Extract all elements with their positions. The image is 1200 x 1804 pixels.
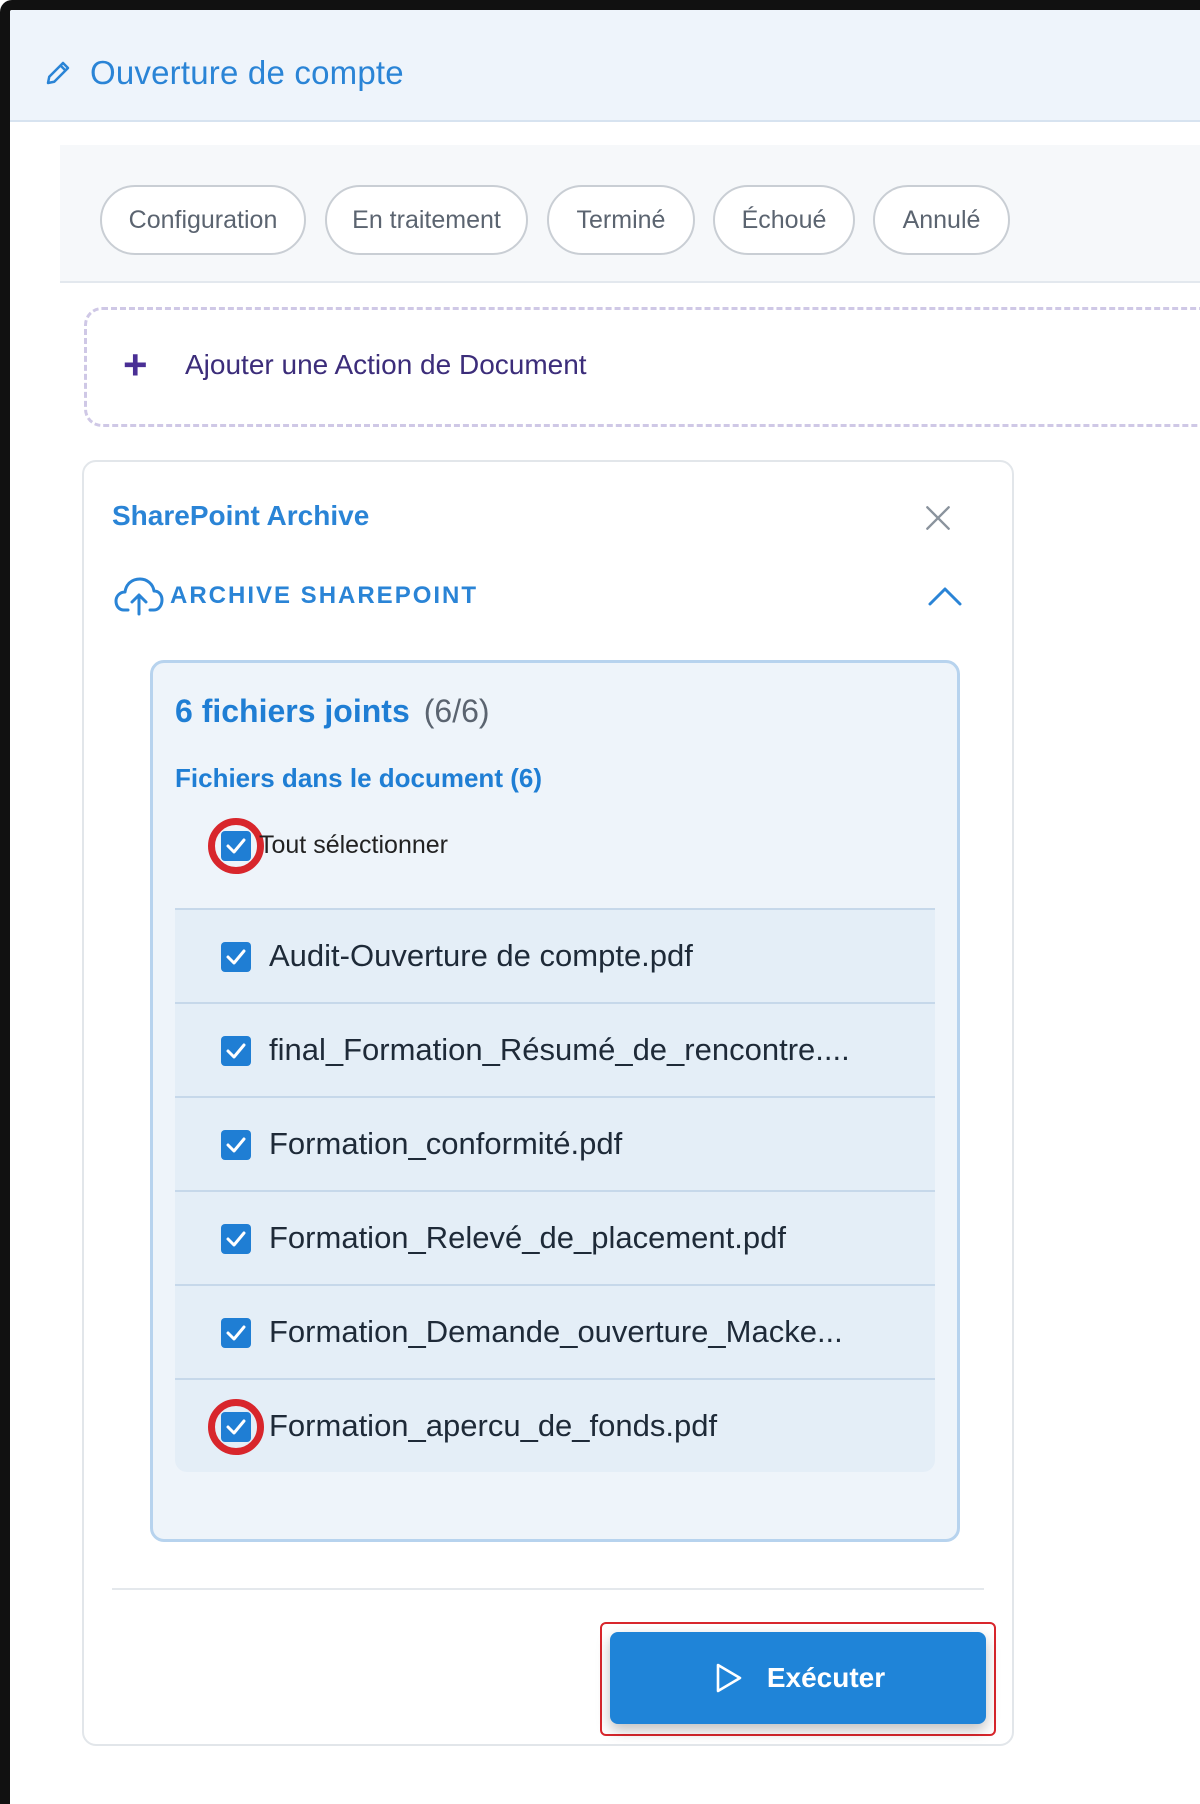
page-header: Ouverture de compte [10, 10, 1200, 122]
file-name: Formation_conformité.pdf [269, 1126, 623, 1161]
archive-section-header[interactable]: ARCHIVE SHAREPOINT [114, 574, 974, 618]
tab-label: En traitement [352, 205, 501, 234]
select-all-row: Tout sélectionner [175, 813, 935, 879]
execute-button[interactable]: Exécuter [610, 1632, 986, 1724]
file-checkbox[interactable] [221, 1224, 251, 1254]
plus-icon: + [123, 341, 148, 388]
file-checkbox[interactable] [221, 1412, 251, 1442]
select-all-checkbox[interactable] [221, 831, 251, 861]
add-action-label: Ajouter une Action de Document [185, 349, 587, 380]
checkmark-icon [226, 1325, 246, 1341]
file-name: Formation_Demande_ouverture_Macke... [269, 1314, 843, 1349]
chevron-up-icon[interactable] [926, 580, 964, 612]
add-document-action-button[interactable]: + Ajouter une Action de Document [84, 307, 1200, 427]
attachment-count-fraction: (6/6) [423, 693, 490, 729]
sharepoint-archive-card: SharePoint Archive ARCHIVE SHAREPOINT 6 … [82, 460, 1014, 1746]
card-title: SharePoint Archive [112, 500, 370, 531]
tab-configuration[interactable]: Configuration [100, 185, 306, 255]
section-title: ARCHIVE SHAREPOINT [170, 582, 479, 609]
tab-echoue[interactable]: Échoué [713, 185, 855, 255]
checkmark-icon [226, 1419, 246, 1435]
file-list: Audit-Ouverture de compte.pdf final_Form… [175, 908, 935, 1472]
play-icon [716, 1663, 742, 1693]
tab-annule[interactable]: Annulé [873, 185, 1010, 255]
attached-files-panel: 6 fichiers joints (6/6) Fichiers dans le … [150, 660, 960, 1542]
page-title: Ouverture de compte [90, 54, 404, 91]
checkmark-icon [226, 1043, 246, 1059]
file-row[interactable]: Formation_Demande_ouverture_Macke... [175, 1284, 935, 1378]
checkmark-icon [226, 1137, 246, 1153]
file-row[interactable]: final_Formation_Résumé_de_rencontre.... [175, 1002, 935, 1096]
tab-label: Annulé [902, 205, 981, 234]
file-row[interactable]: Formation_conformité.pdf [175, 1096, 935, 1190]
files-in-document-title: Fichiers dans le document (6) [175, 763, 542, 793]
attachment-count-label: 6 fichiers joints [175, 693, 410, 729]
close-icon[interactable] [922, 502, 954, 534]
checkmark-icon [226, 838, 246, 854]
tab-label: Terminé [576, 205, 666, 234]
file-row[interactable]: Audit-Ouverture de compte.pdf [175, 908, 935, 1002]
file-checkbox[interactable] [221, 1130, 251, 1160]
file-name: Formation_apercu_de_fonds.pdf [269, 1408, 718, 1443]
app-window: Ouverture de compte Configuration En tra… [0, 0, 1200, 1804]
status-tabs: Configuration En traitement Terminé Écho… [60, 145, 1200, 283]
file-name: Audit-Ouverture de compte.pdf [269, 938, 693, 973]
tab-termine[interactable]: Terminé [547, 185, 695, 255]
file-name: Formation_Relevé_de_placement.pdf [269, 1220, 786, 1255]
file-name: final_Formation_Résumé_de_rencontre.... [269, 1032, 850, 1067]
select-all-label: Tout sélectionner [259, 831, 449, 859]
file-checkbox[interactable] [221, 1318, 251, 1348]
tab-label: Configuration [128, 205, 278, 234]
checkmark-icon [226, 949, 246, 965]
cloud-upload-icon [114, 577, 164, 616]
file-row[interactable]: Formation_apercu_de_fonds.pdf [175, 1378, 935, 1472]
checkmark-icon [226, 1231, 246, 1247]
file-row[interactable]: Formation_Relevé_de_placement.pdf [175, 1190, 935, 1284]
file-checkbox[interactable] [221, 942, 251, 972]
execute-label: Exécuter [766, 1662, 886, 1693]
pencil-icon[interactable] [43, 58, 73, 88]
tab-en-traitement[interactable]: En traitement [325, 185, 528, 255]
card-divider [112, 1588, 984, 1590]
tab-label: Échoué [741, 205, 827, 234]
attachment-count: 6 fichiers joints (6/6) [175, 693, 490, 730]
file-checkbox[interactable] [221, 1036, 251, 1066]
